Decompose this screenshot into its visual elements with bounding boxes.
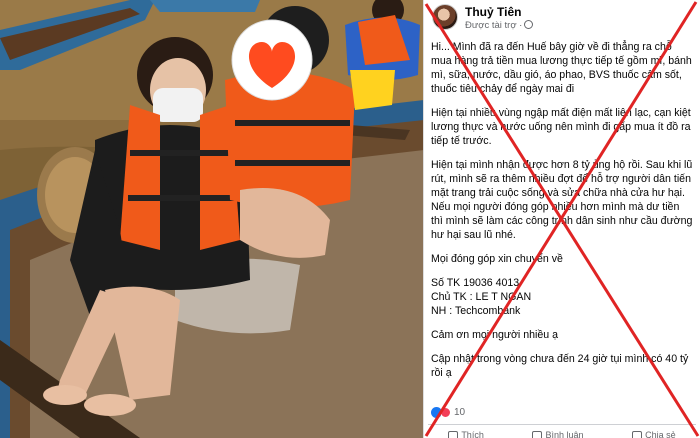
share-label: Chia sẻ [645, 430, 676, 438]
like-icon [448, 430, 459, 438]
reaction-summary[interactable]: 10 [431, 405, 465, 419]
like-label: Thích [461, 430, 484, 438]
post-actions: Thích Bình luận Chia sẻ [424, 429, 700, 438]
thanks-line: Cảm ơn mọi người nhiều ạ [431, 329, 558, 341]
author-name[interactable]: Thuỷ Tiên [465, 5, 521, 19]
paragraph-4: Mọi đóng góp xin chuyển về [431, 253, 563, 265]
comment-label: Bình luận [545, 430, 584, 438]
flood-photo [0, 0, 424, 438]
globe-icon [524, 20, 534, 29]
avatar[interactable] [432, 4, 458, 30]
post-header: Thuỷ Tiên Được tài trợ · [432, 4, 692, 32]
paragraph-1: Hi... Mình đã ra đến Huế bây giờ về đi t… [431, 41, 692, 95]
share-icon [632, 430, 643, 438]
update-line-1: Cập nhật trong vòng chưa đến 24 giờ tụi … [431, 353, 689, 365]
bank-holder: Chủ TK : LE T NGAN [431, 291, 532, 303]
like-button[interactable]: Thích [448, 429, 484, 438]
facebook-post: Thuỷ Tiên Được tài trợ · Hi... Mình đã r… [424, 0, 700, 438]
bank-name: NH : Techcombank [431, 305, 521, 317]
sponsored-text: Được tài trợ · [465, 20, 523, 31]
paragraph-3: Hiện tại mình nhận được hơn 8 tỷ ủng hộ … [431, 159, 693, 241]
reaction-count: 10 [454, 406, 466, 418]
share-button[interactable]: Chia sẻ [632, 429, 676, 438]
comment-icon [532, 430, 543, 438]
bank-account: Số TK 19036 4013 [431, 277, 520, 289]
comment-button[interactable]: Bình luận [532, 429, 584, 438]
post-body: Hi... Mình đã ra đến Huế bây giờ về đi t… [431, 40, 693, 380]
paragraph-2: Hiện tại nhiều vùng ngập mất điện mất li… [431, 107, 691, 147]
love-reaction-icon [440, 406, 451, 418]
sponsored-label: Được tài trợ · [465, 20, 534, 31]
action-divider [428, 424, 696, 425]
update-line-2: rồi ạ [431, 367, 452, 379]
